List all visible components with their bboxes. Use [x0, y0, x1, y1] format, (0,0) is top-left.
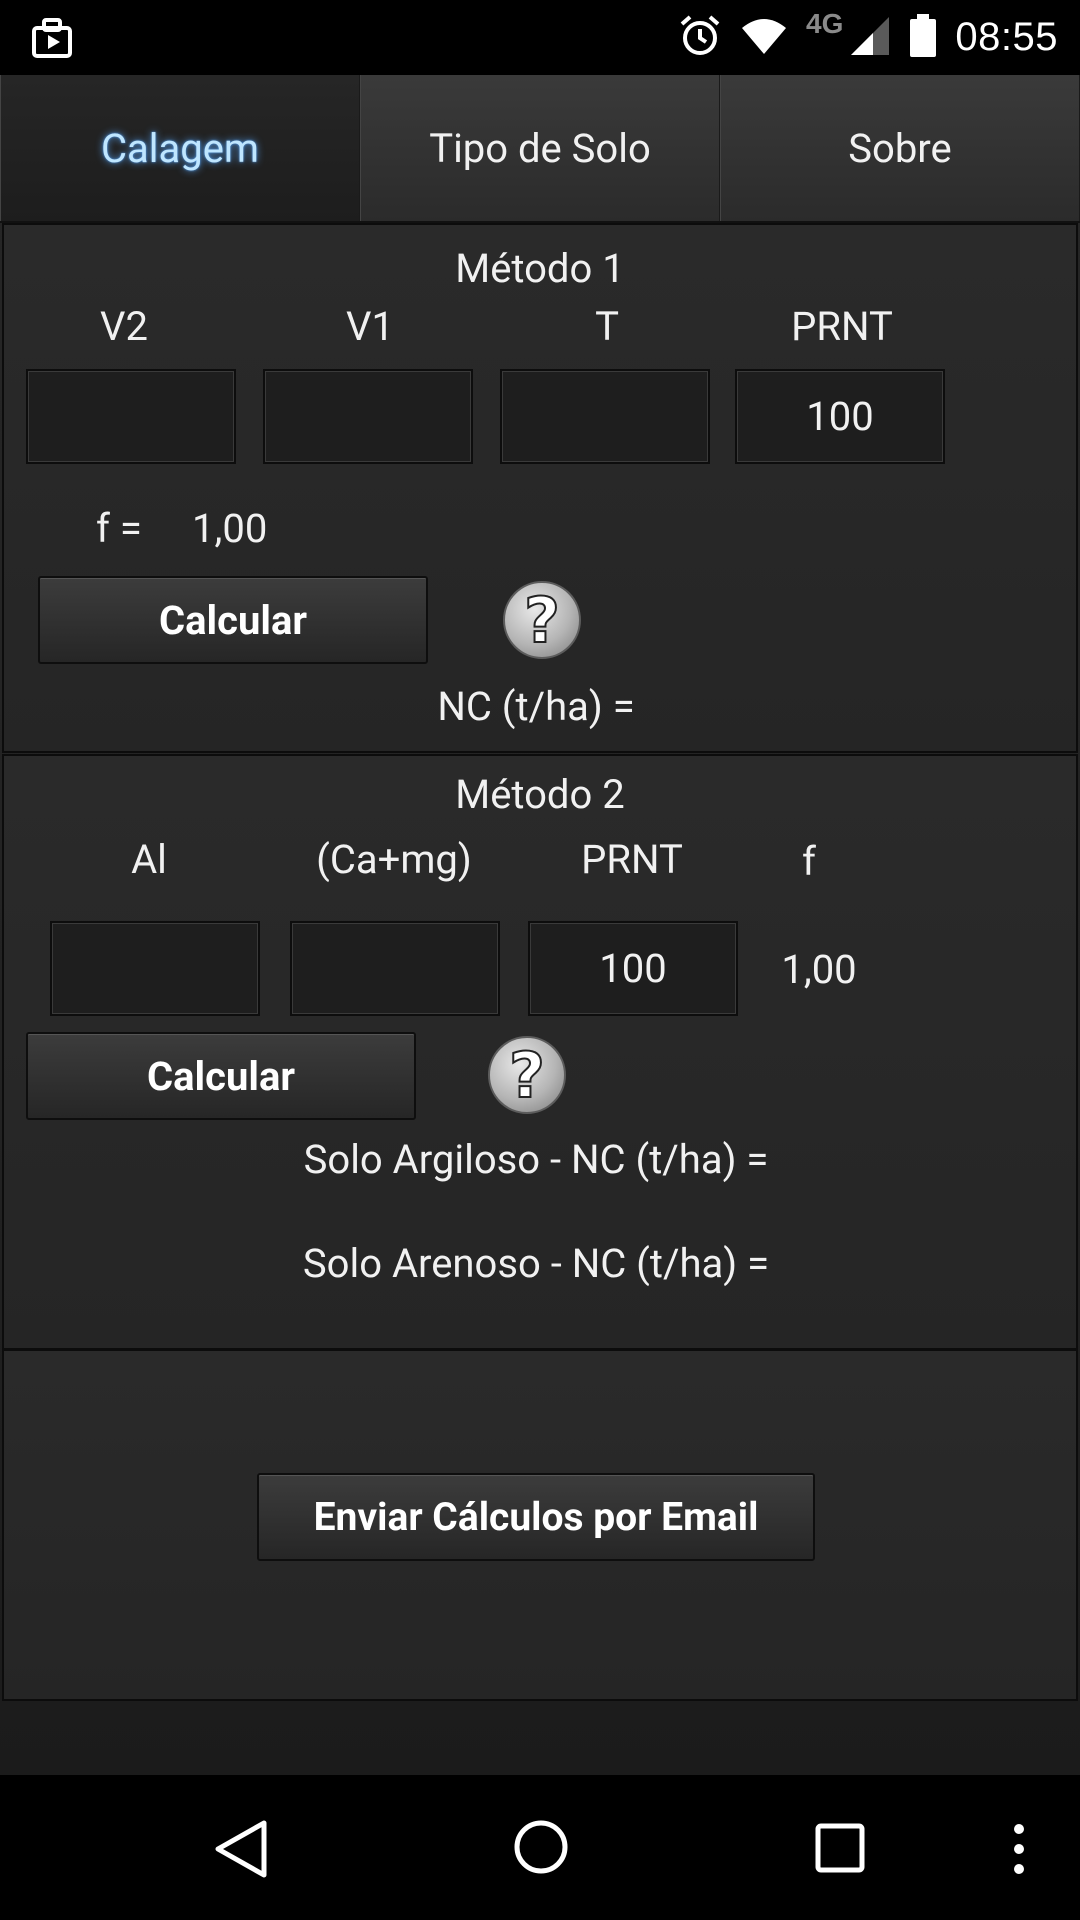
label-al: Al	[131, 836, 167, 883]
f-value: 1,00	[192, 505, 268, 552]
calcular-button[interactable]: Calcular	[38, 576, 428, 664]
label-prnt: PRNT	[791, 303, 893, 350]
battery-icon	[909, 13, 937, 62]
back-icon[interactable]	[212, 1819, 270, 1883]
status-bar: 4G 08:55	[0, 0, 1080, 75]
send-email-button[interactable]: Enviar Cálculos por Email	[257, 1473, 815, 1561]
arenoso-result: Solo Arenoso - NC (t/ha) =	[302, 1240, 770, 1287]
label-ca-mg: (Ca+mg)	[316, 836, 472, 883]
calcular-button[interactable]: Calcular	[26, 1032, 416, 1120]
f-label: f =	[96, 505, 142, 552]
metodo2-panel: Método 2 Al (Ca+mg) PRNT f 100 1,00 Calc…	[2, 754, 1078, 1350]
v2-input[interactable]	[26, 369, 236, 464]
home-icon[interactable]	[512, 1818, 570, 1880]
clock: 08:55	[955, 15, 1058, 59]
email-panel: Enviar Cálculos por Email	[2, 1350, 1078, 1701]
tab-bar: Calagem Tipo de Solo Sobre	[0, 75, 1080, 223]
label-f: f	[802, 838, 816, 885]
wifi-icon	[740, 16, 788, 60]
navigation-bar	[0, 1775, 1080, 1920]
recents-icon[interactable]	[815, 1823, 865, 1877]
label-v2: V2	[100, 303, 148, 350]
nc-result: NC (t/ha) =	[437, 683, 635, 730]
label-v1: V1	[346, 303, 394, 350]
prnt-input[interactable]: 100	[528, 921, 738, 1016]
network-type: 4G	[806, 7, 844, 39]
label-t: T	[595, 303, 619, 350]
metodo1-title: Método 1	[455, 245, 625, 292]
tab-sobre[interactable]: Sobre	[720, 75, 1080, 221]
tab-tipo-de-solo[interactable]: Tipo de Solo	[360, 75, 720, 221]
alarm-icon	[678, 14, 722, 62]
f-value: 1,00	[781, 946, 857, 993]
app-content: Calagem Tipo de Solo Sobre Método 1 V2 V…	[0, 75, 1080, 1775]
app-notification-icon	[30, 18, 76, 64]
metodo2-title: Método 2	[455, 771, 625, 818]
prnt-input[interactable]: 100	[735, 369, 945, 464]
ca-mg-input[interactable]	[290, 921, 500, 1016]
al-input[interactable]	[50, 921, 260, 1016]
argiloso-result: Solo Argiloso - NC (t/ha) =	[303, 1136, 769, 1183]
signal-icon	[849, 15, 891, 61]
help-icon[interactable]: ?	[503, 581, 581, 659]
v1-input[interactable]	[263, 369, 473, 464]
metodo1-panel: Método 1 V2 V1 T PRNT 100 f = 1,00 Calcu…	[2, 223, 1078, 753]
t-input[interactable]	[500, 369, 710, 464]
overflow-menu-icon[interactable]	[1010, 1823, 1028, 1879]
tab-calagem[interactable]: Calagem	[0, 75, 360, 221]
help-icon[interactable]: ?	[488, 1036, 566, 1114]
label-prnt: PRNT	[581, 836, 683, 883]
